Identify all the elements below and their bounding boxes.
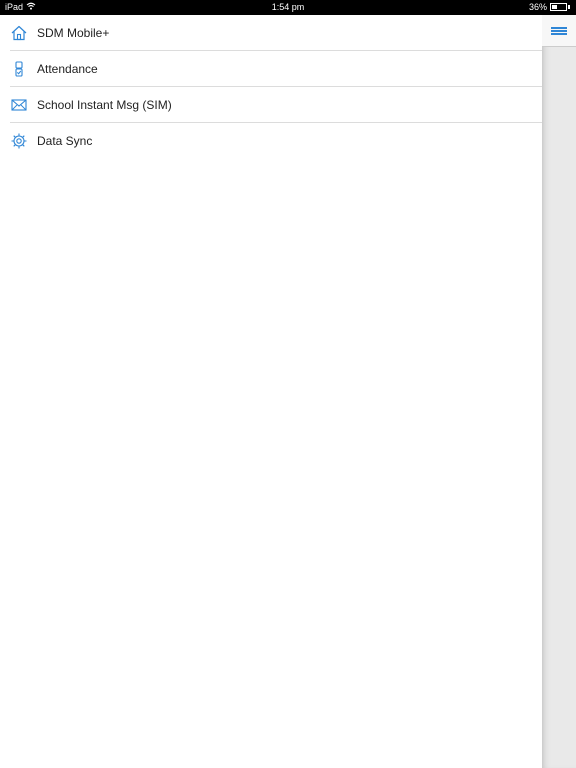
menu-item-data-sync[interactable]: Data Sync [10,123,542,158]
status-bar: iPad 1:54 pm 36% [0,0,576,15]
main-header [542,15,576,47]
menu-item-attendance[interactable]: Attendance [10,51,542,87]
menu-item-sim[interactable]: School Instant Msg (SIM) [10,87,542,123]
battery-percent: 36% [528,2,547,12]
menu-item-label: Data Sync [37,133,93,148]
menu-item-label: SDM Mobile+ [37,25,110,40]
envelope-icon [10,96,28,114]
menu-item-sdm-mobile[interactable]: SDM Mobile+ [10,15,542,51]
gear-icon [10,132,28,150]
side-menu: SDM Mobile+ Attendance School Instant Ms… [0,15,542,768]
battery-icon [550,3,567,11]
attendance-icon [10,60,28,78]
status-right: 36% [529,2,570,12]
home-icon [10,24,28,42]
battery-fill [552,5,557,9]
main-content-panel[interactable] [542,15,576,768]
status-time: 1:54 pm [271,2,305,12]
battery-tip [568,5,570,9]
menu-item-label: School Instant Msg (SIM) [37,97,172,112]
hamburger-menu-icon[interactable] [551,27,567,35]
menu-item-label: Attendance [37,61,98,76]
